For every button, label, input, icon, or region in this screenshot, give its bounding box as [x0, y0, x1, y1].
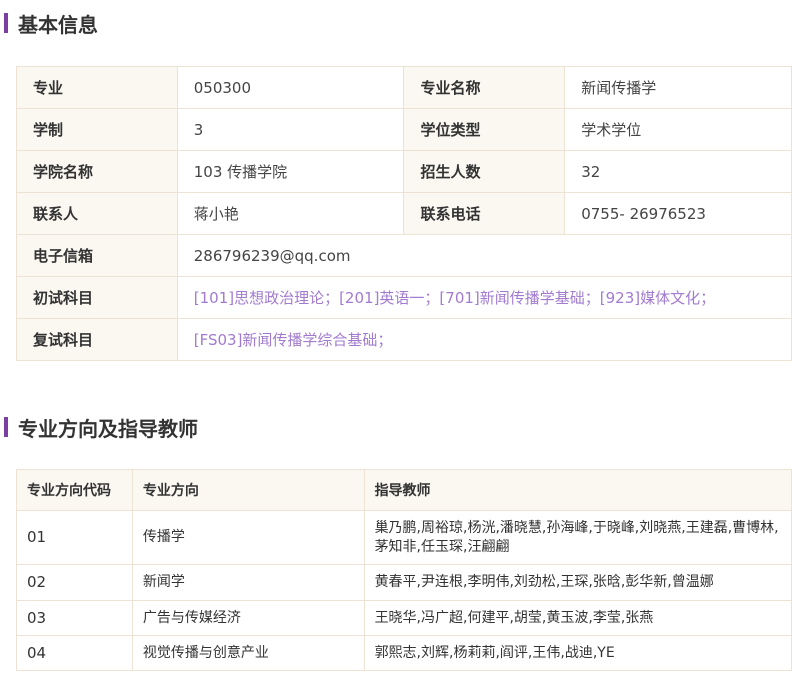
basic-info-title: 基本信息 — [18, 12, 98, 37]
retest-label: 复试科目 — [16, 318, 178, 361]
direction-name: 视觉传播与创意产业 — [131, 635, 365, 671]
info-value: 3 — [176, 108, 405, 151]
direction-teachers: 王晓华,冯广超,何建平,胡莹,黄玉波,李莹,张燕 — [363, 600, 793, 636]
basic-info-table: 专业 050300 专业名称 新闻传播学 学制 3 学位类型 学术学位 学院名称… — [16, 66, 793, 361]
info-value: 蒋小艳 — [176, 192, 405, 235]
heading-accent-bar — [4, 13, 8, 33]
heading-accent-bar — [4, 417, 8, 437]
info-row-email: 电子信箱 286796239@qq.com — [16, 234, 793, 277]
directions-title: 专业方向及指导教师 — [18, 416, 198, 441]
header-teachers: 指导教师 — [363, 469, 793, 511]
info-label: 联系人 — [16, 192, 178, 235]
basic-info-heading: 基本信息 — [4, 9, 98, 37]
table-row: 03 广告与传媒经济 王晓华,冯广超,何建平,胡莹,黄玉波,李莹,张燕 — [16, 600, 793, 636]
direction-teachers: 巢乃鹏,周裕琼,杨洸,潘晓慧,孙海峰,于晓峰,刘晓燕,王建磊,曹博林,茅知非,任… — [363, 510, 793, 565]
info-label: 学院名称 — [16, 150, 178, 193]
info-row: 学院名称 103 传播学院 招生人数 32 — [16, 150, 792, 193]
direction-teachers: 郭熙志,刘辉,杨莉莉,阎评,王伟,战迪,YE — [363, 635, 793, 671]
info-value: 050300 — [176, 66, 405, 109]
table-row: 02 新闻学 黄春平,尹连根,李明伟,刘劲松,王琛,张晗,彭华新,曾温娜 — [16, 564, 793, 601]
direction-name: 传播学 — [131, 510, 365, 565]
directions-header-row: 专业方向代码 专业方向 指导教师 — [16, 469, 793, 511]
info-value: 0755- 26976523 — [564, 192, 792, 235]
info-row: 学制 3 学位类型 学术学位 — [16, 108, 792, 151]
table-row: 01 传播学 巢乃鹏,周裕琼,杨洸,潘晓慧,孙海峰,于晓峰,刘晓燕,王建磊,曹博… — [16, 510, 793, 565]
info-value: 103 传播学院 — [176, 150, 405, 193]
first-exam-subjects-link[interactable]: [101]思想政治理论；[201]英语一；[701]新闻传播学基础；[923]媒… — [176, 276, 793, 319]
table-row: 04 视觉传播与创意产业 郭熙志,刘辉,杨莉莉,阎评,王伟,战迪,YE — [16, 635, 793, 671]
direction-code: 03 — [16, 600, 133, 636]
info-value: 学术学位 — [564, 108, 792, 151]
info-label: 学制 — [16, 108, 178, 151]
info-value: 32 — [564, 150, 792, 193]
info-row: 专业 050300 专业名称 新闻传播学 — [16, 66, 792, 109]
info-label: 专业 — [16, 66, 178, 109]
direction-code: 04 — [16, 635, 133, 671]
header-code: 专业方向代码 — [16, 469, 133, 511]
header-name: 专业方向 — [131, 469, 365, 511]
email-value: 286796239@qq.com — [176, 234, 793, 277]
info-label: 联系电话 — [403, 192, 566, 235]
direction-code: 02 — [16, 564, 133, 601]
direction-name: 广告与传媒经济 — [131, 600, 365, 636]
first-exam-label: 初试科目 — [16, 276, 178, 319]
info-row: 联系人 蒋小艳 联系电话 0755- 26976523 — [16, 192, 792, 235]
info-label: 专业名称 — [403, 66, 566, 109]
direction-name: 新闻学 — [131, 564, 365, 601]
email-label: 电子信箱 — [16, 234, 178, 277]
retest-subjects-link[interactable]: [FS03]新闻传播学综合基础； — [176, 318, 793, 361]
direction-teachers: 黄春平,尹连根,李明伟,刘劲松,王琛,张晗,彭华新,曾温娜 — [363, 564, 793, 601]
info-label: 招生人数 — [403, 150, 566, 193]
info-label: 学位类型 — [403, 108, 566, 151]
directions-heading: 专业方向及指导教师 — [4, 413, 198, 441]
info-row-first-exam: 初试科目 [101]思想政治理论；[201]英语一；[701]新闻传播学基础；[… — [16, 276, 793, 319]
direction-code: 01 — [16, 510, 133, 565]
info-row-retest: 复试科目 [FS03]新闻传播学综合基础； — [16, 318, 793, 361]
info-value: 新闻传播学 — [564, 66, 792, 109]
directions-table: 专业方向代码 专业方向 指导教师 01 传播学 巢乃鹏,周裕琼,杨洸,潘晓慧,孙… — [16, 469, 793, 671]
